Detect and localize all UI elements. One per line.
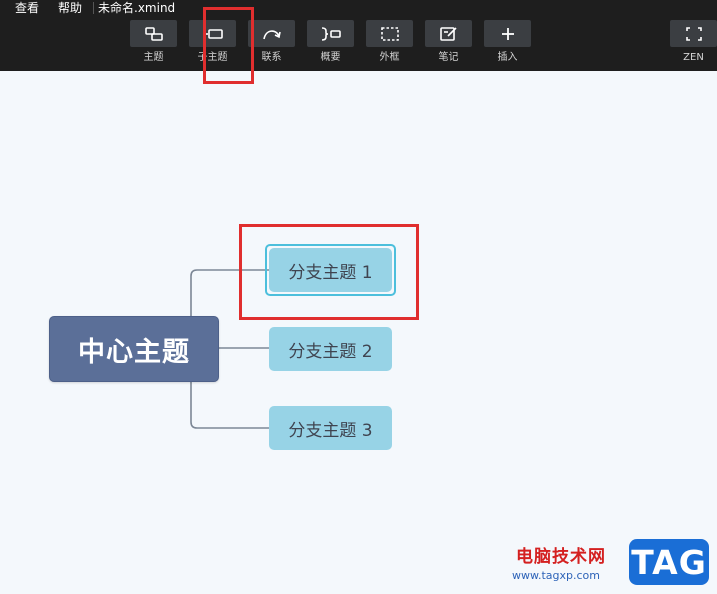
branch-topic-2[interactable]: 分支主题 2 (269, 327, 392, 371)
watermark-tag-logo: TAG (629, 539, 709, 585)
watermark-site-name: 电脑技术网 (516, 547, 606, 567)
branch-highlight-box (239, 224, 419, 320)
branch-topic-3[interactable]: 分支主题 3 (269, 406, 392, 450)
watermark-url: www.tagxp.com (512, 569, 600, 582)
central-topic[interactable]: 中心主题 (49, 316, 219, 382)
subtopic-highlight-box (203, 7, 254, 84)
